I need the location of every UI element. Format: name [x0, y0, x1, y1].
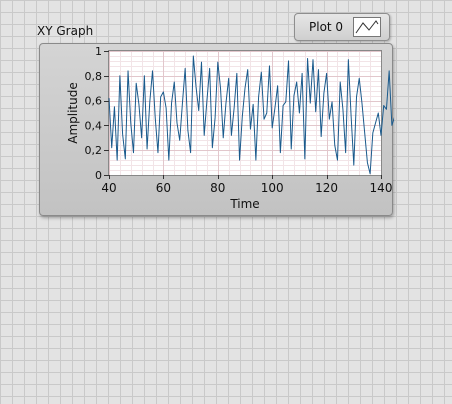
xy-graph-chart[interactable]: 00,20,40,60,8140 60 80 100 120 140TimeAmplitu…	[40, 44, 394, 217]
x-tick-label: 80	[210, 181, 225, 195]
graph-label: XY Graph	[37, 24, 94, 38]
y-tick-label: 1	[95, 45, 102, 58]
x-tick-label: 60	[156, 181, 171, 195]
x-tick-label: 140	[370, 181, 393, 195]
line-plot-icon[interactable]	[353, 17, 381, 37]
x-tick-label: 40	[101, 181, 116, 195]
x-axis-title: Time	[229, 197, 259, 211]
y-tick-label: 0,8	[85, 70, 103, 83]
x-tick-label: 120	[315, 181, 338, 195]
y-axis-title: Amplitude	[66, 82, 80, 144]
x-tick-label: 100	[261, 181, 284, 195]
legend-plot-name: Plot 0	[309, 20, 344, 34]
y-tick-label: 0,2	[85, 144, 103, 157]
plot-area	[109, 51, 381, 175]
plot-legend[interactable]: Plot 0	[294, 13, 390, 41]
y-tick-label: 0,4	[85, 119, 103, 132]
y-tick-label: 0,6	[85, 95, 103, 108]
xy-graph-panel: 0 0,2 0,4 0,6 0,8 1 40 60 80 100 120 140 Time Amplitu…	[39, 43, 394, 217]
